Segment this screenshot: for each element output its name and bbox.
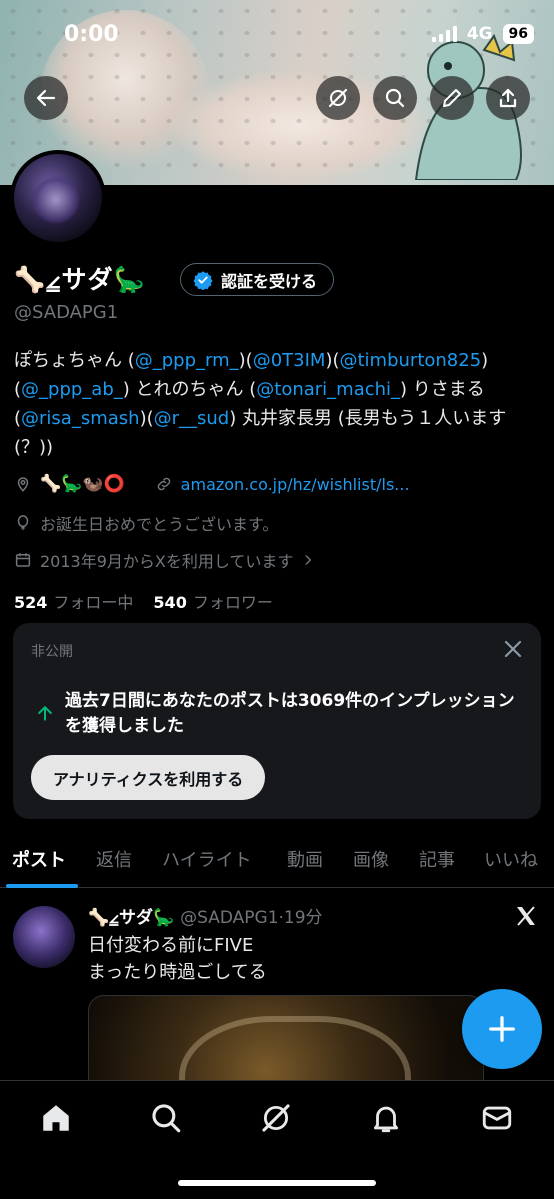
nav-search[interactable]	[149, 1101, 183, 1135]
mention-link[interactable]: @_ppp_ab_	[21, 379, 123, 400]
tab-replies[interactable]: 返信	[96, 846, 132, 872]
active-tab-indicator	[6, 884, 78, 888]
mention-link[interactable]: @0T3IM	[253, 350, 326, 371]
mention-link[interactable]: @risa_smash	[21, 408, 140, 429]
bio-text: )(	[325, 350, 340, 371]
followers-label: フォロワー	[192, 593, 273, 612]
pencil-icon	[443, 89, 461, 107]
post-author-avatar[interactable]	[13, 906, 75, 968]
nav-grok[interactable]	[259, 1101, 293, 1135]
website-link[interactable]: amazon.co.jp/hz/wishlist/ls...	[181, 475, 410, 494]
post-handle-time: @SADAPG1·19分	[180, 908, 323, 928]
grok-icon	[328, 88, 348, 108]
tab-posts[interactable]: ポスト	[12, 846, 66, 872]
post-line: 日付変わる前にFIVE	[88, 935, 254, 956]
share-icon	[499, 88, 517, 108]
tab-highlights[interactable]: ハイライト	[162, 846, 252, 872]
mention-link[interactable]: @_ppp_rm_	[135, 350, 239, 371]
link-icon	[157, 477, 170, 491]
chevron-right-icon	[305, 555, 312, 565]
battery-level: 96	[502, 24, 534, 44]
tab-images[interactable]: 画像	[353, 846, 389, 872]
bio-text: )(	[238, 350, 253, 371]
status-time: 0:00	[64, 22, 119, 47]
followers-count: 540	[153, 593, 187, 612]
bio-text: ぽちょちゃん (	[14, 350, 135, 371]
back-button[interactable]	[24, 76, 68, 120]
post-author-name[interactable]: 🦴⦤サダ🦕	[88, 903, 174, 928]
post-line: まったり時過ごしてる	[88, 962, 267, 983]
following-label: フォロー中	[53, 593, 134, 612]
private-analytics-card: 非公開 過去7日間にあなたのポストは3069件のインプレッションを獲得しました …	[13, 623, 541, 819]
status-indicators: 4G 96	[431, 24, 534, 44]
get-verified-button[interactable]: 認証を受ける	[180, 263, 335, 296]
edit-button[interactable]	[430, 76, 474, 120]
share-button[interactable]	[486, 76, 530, 120]
search-button[interactable]	[373, 76, 417, 120]
profile-name: 🦴⦤サダ🦕	[14, 265, 146, 294]
network-type: 4G	[466, 24, 493, 44]
balloon-icon	[17, 515, 29, 531]
following-link[interactable]: 524 フォロー中	[14, 589, 133, 613]
calendar-icon	[15, 553, 31, 567]
signal-icon	[431, 26, 457, 42]
mention-link[interactable]: @tonari_machi_	[256, 379, 400, 400]
x-logo-icon	[517, 906, 535, 926]
grok-icon	[262, 1104, 290, 1132]
grok-button[interactable]	[316, 76, 360, 120]
search-icon	[152, 1104, 181, 1133]
joined-text: 2013年9月からXを利用しています	[40, 552, 294, 571]
plus-icon	[489, 1016, 515, 1042]
bell-icon	[373, 1106, 399, 1133]
profile-meta-location-website: 🦴🦕🦦⭕ amazon.co.jp/hz/wishlist/ls...	[14, 474, 410, 494]
analytics-button[interactable]: アナリティクスを利用する	[31, 755, 266, 800]
location-text: 🦴🦕🦦⭕	[40, 474, 125, 494]
followers-link[interactable]: 540 フォロワー	[153, 589, 272, 613]
search-icon	[385, 88, 405, 108]
home-icon	[43, 1105, 69, 1131]
tab-articles[interactable]: 記事	[419, 846, 455, 872]
card-title: 非公開	[31, 644, 73, 660]
birthday-text: お誕生日おめでとうございます。	[40, 515, 279, 534]
profile-bio: ぽちょちゃん (@_ppp_rm_)(@0T3IM)(@timburton825…	[14, 346, 544, 462]
tab-likes[interactable]: いいね	[484, 846, 538, 872]
bio-text: )(	[139, 408, 154, 429]
follow-stats: 524 フォロー中 540 フォロワー	[14, 589, 273, 613]
arrow-left-icon	[36, 89, 56, 107]
verified-badge-icon	[193, 270, 213, 290]
mail-icon	[482, 1106, 512, 1130]
impressions-text: 過去7日間にあなたのポストは3069件のインプレッションを獲得しました	[65, 691, 515, 736]
tab-videos[interactable]: 動画	[287, 846, 323, 872]
nav-messages[interactable]	[480, 1101, 514, 1135]
profile-meta-birthday: お誕生日おめでとうございます。	[14, 511, 278, 535]
post-text: 日付変わる前にFIVE まったり時過ごしてる	[88, 932, 267, 986]
profile-handle: @SADAPG1	[14, 302, 119, 323]
bio-text: ) とれのちゃん (	[122, 379, 257, 400]
location-pin-icon	[17, 477, 29, 492]
get-verified-label: 認証を受ける	[221, 271, 318, 291]
close-icon[interactable]	[501, 637, 525, 661]
mention-link[interactable]: @timburton825	[340, 350, 482, 371]
following-count: 524	[14, 593, 48, 612]
profile-meta-joined[interactable]: 2013年9月からXを利用しています	[14, 548, 315, 572]
compose-post-button[interactable]	[462, 989, 542, 1069]
profile-avatar[interactable]	[10, 150, 106, 246]
post-header: 🦴⦤サダ🦕 @SADAPG1·19分	[88, 903, 323, 928]
arrow-up-icon	[38, 706, 52, 721]
nav-home[interactable]	[39, 1101, 73, 1135]
mention-link[interactable]: @r__sud	[154, 408, 230, 429]
profile-tabs: ポスト 返信 ハイライト 動画 画像 記事 いいね	[0, 842, 554, 888]
nav-notifications[interactable]	[369, 1101, 403, 1135]
home-indicator	[178, 1180, 376, 1186]
